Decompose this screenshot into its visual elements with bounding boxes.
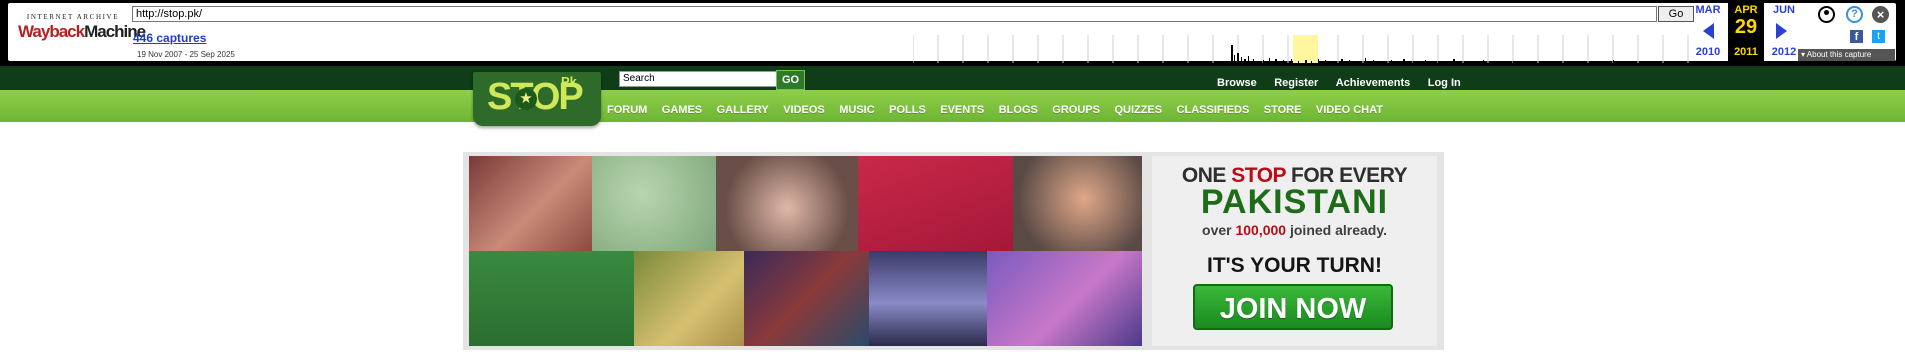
menu-video-chat[interactable]: VIDEO CHAT: [1316, 104, 1383, 116]
current-month: APR: [1734, 4, 1758, 16]
captures-link[interactable]: 446 captures: [133, 31, 206, 45]
user-icon[interactable]: [1818, 6, 1835, 23]
photo-arm-stop-pk: [634, 251, 744, 346]
menu-classifieds[interactable]: CLASSIFIEDS: [1177, 104, 1250, 116]
menu-polls[interactable]: POLLS: [889, 104, 926, 116]
promo-joined: joined already.: [1286, 222, 1387, 238]
calendar-prev[interactable]: MAR 2010: [1690, 3, 1726, 61]
site-logo[interactable]: STOP ★ Pk: [473, 72, 601, 126]
photo-collage[interactable]: [469, 156, 1142, 346]
site-top-bar: [0, 66, 1905, 90]
twitter-icon[interactable]: t: [1872, 30, 1885, 43]
capture-calendar: MAR 2010 APR 29 2011 JUN 2012: [1690, 3, 1802, 61]
prev-month[interactable]: MAR: [1690, 4, 1726, 16]
url-input[interactable]: http://stop.pk/: [132, 6, 1657, 22]
promo-over: over: [1202, 222, 1236, 238]
menu-groups[interactable]: GROUPS: [1052, 104, 1100, 116]
menu-forum[interactable]: FORUM: [607, 104, 647, 116]
logo-internet-archive: INTERNET ARCHIVE: [26, 13, 120, 21]
calendar-next[interactable]: JUN 2012: [1766, 3, 1802, 61]
photo-heart-stop-pk: [469, 251, 634, 346]
menu-gallery[interactable]: GALLERY: [717, 104, 769, 116]
logo-suffix: Pk: [561, 74, 577, 89]
about-capture-label: About this capture: [1806, 50, 1872, 59]
menu-games[interactable]: GAMES: [662, 104, 702, 116]
photo-hand-writing: [469, 156, 592, 251]
calendar-current: APR 29 2011: [1728, 3, 1764, 61]
join-banner[interactable]: ONE STOP FOR EVERY PAKISTANI over 100,00…: [463, 152, 1444, 350]
close-icon[interactable]: ×: [1872, 6, 1889, 23]
help-icon[interactable]: ?: [1846, 6, 1863, 23]
promo-count: 100,000: [1235, 222, 1287, 238]
prev-arrow-icon[interactable]: [1703, 23, 1714, 39]
menu-store[interactable]: STORE: [1264, 104, 1302, 116]
menu-music[interactable]: MUSIC: [839, 104, 874, 116]
menu-quizzes[interactable]: QUIZZES: [1114, 104, 1162, 116]
wayback-panel: INTERNET ARCHIVE WaybackMachine http://s…: [8, 3, 1896, 63]
main-menu: FORUM GAMES GALLERY VIDEOS MUSIC POLLS E…: [607, 100, 1393, 118]
next-month[interactable]: JUN: [1766, 4, 1802, 16]
promo-panel: ONE STOP FOR EVERY PAKISTANI over 100,00…: [1152, 156, 1437, 346]
wayback-toolbar: INTERNET ARCHIVE WaybackMachine http://s…: [0, 0, 1905, 66]
prev-year[interactable]: 2010: [1690, 46, 1726, 58]
photo-sequin-stop-pk: [858, 156, 1013, 251]
menu-videos[interactable]: VIDEOS: [783, 104, 825, 116]
photo-beaded-fabric: [592, 156, 716, 251]
photo-arm-best: [869, 251, 987, 346]
search-go-button[interactable]: GO: [776, 70, 805, 90]
go-button[interactable]: Go: [1658, 6, 1694, 22]
crescent-star-icon: ★: [515, 88, 537, 110]
promo-your-turn: IT'S YOUR TURN!: [1207, 254, 1382, 277]
browse-link[interactable]: Browse: [1217, 77, 1257, 89]
about-capture-button[interactable]: ▾ About this capture: [1798, 49, 1895, 61]
register-link[interactable]: Register: [1274, 77, 1318, 89]
next-arrow-icon[interactable]: [1776, 23, 1787, 39]
sparkline-current-year: [1293, 35, 1318, 63]
login-link[interactable]: Log In: [1428, 77, 1461, 89]
current-year: 2011: [1734, 46, 1758, 58]
top-links: Browse Register Achievements Log In: [1217, 73, 1474, 91]
logo-wayback: Wayback: [18, 22, 85, 41]
join-now-button[interactable]: JOIN NOW: [1193, 284, 1393, 330]
wayback-logo[interactable]: INTERNET ARCHIVE WaybackMachine: [18, 13, 146, 42]
logo-wayback-machine: WaybackMachine: [18, 22, 146, 42]
next-year[interactable]: 2012: [1766, 46, 1802, 58]
capture-sparkline[interactable]: [913, 35, 1698, 63]
photo-hand-palm: [1013, 156, 1142, 251]
current-day: 29: [1734, 16, 1758, 38]
photo-painted-feet: [716, 156, 858, 251]
menu-events[interactable]: EVENTS: [940, 104, 984, 116]
photo-i-like-stop-pk: [987, 251, 1142, 346]
search-input[interactable]: Search: [619, 71, 777, 87]
facebook-icon[interactable]: f: [1850, 30, 1863, 43]
photo-embroidered-stop-pk: [744, 251, 869, 346]
promo-pakistani: PAKISTANI: [1200, 183, 1389, 221]
capture-date-range: 19 Nov 2007 - 25 Sep 2025: [137, 50, 235, 59]
achievements-link[interactable]: Achievements: [1336, 77, 1411, 89]
promo-member-count: over 100,000 joined already.: [1152, 222, 1437, 238]
menu-blogs[interactable]: BLOGS: [999, 104, 1038, 116]
